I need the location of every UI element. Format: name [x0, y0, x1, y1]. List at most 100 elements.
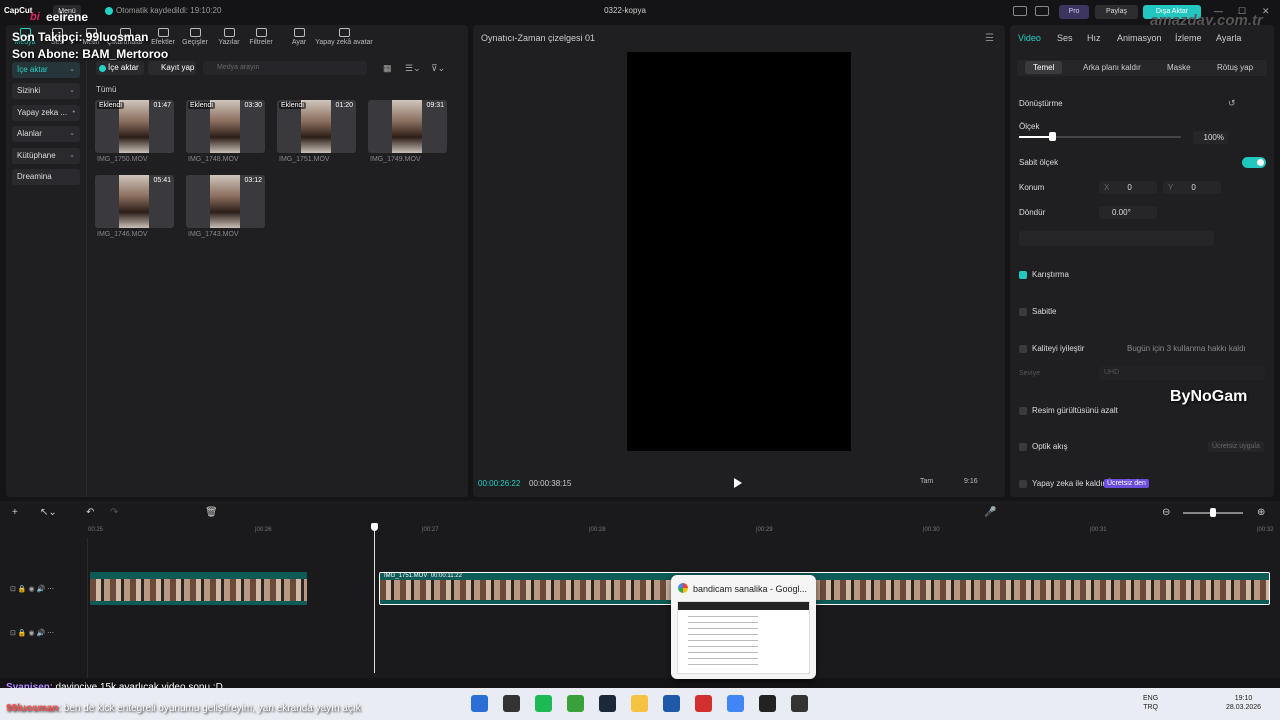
subtab-2[interactable]: Maske: [1167, 63, 1191, 72]
zoom-in-icon[interactable]: ⊕: [1257, 507, 1265, 518]
track1-controls[interactable]: ⊡ 🔒 ◉ 🔊 ⋯: [10, 585, 54, 593]
maximize-icon[interactable]: ☐: [1238, 6, 1246, 17]
layout-icon[interactable]: [1013, 6, 1027, 16]
tool-transitions[interactable]: Geçişler: [180, 26, 210, 52]
scale-slider[interactable]: [1019, 132, 1181, 141]
minimize-icon[interactable]: —: [1214, 6, 1223, 16]
sidebar-item-1[interactable]: Sizinki ⌄: [12, 83, 80, 99]
filter-icon[interactable]: ⊽⌄: [431, 63, 445, 74]
zoom-out-icon[interactable]: ⊖: [1162, 507, 1170, 518]
browser-preview-popup[interactable]: bandicam sanalika - Googl...: [671, 575, 816, 679]
denoise-checkbox[interactable]: [1019, 407, 1027, 415]
enhance-checkbox[interactable]: [1019, 345, 1027, 353]
position-x-input[interactable]: X0: [1099, 181, 1157, 194]
tool-ai-avatar[interactable]: Yapay zekâ avatar: [314, 26, 374, 52]
tab-1[interactable]: Ses: [1057, 33, 1073, 43]
timeline-clip-2[interactable]: IMG_1751.MOV 00:00:11:22: [379, 572, 1270, 605]
media-thumbnail[interactable]: Eklendi 03:30: [186, 100, 265, 153]
sidebar-item-5[interactable]: Dreamina: [12, 169, 80, 185]
steam-icon[interactable]: [599, 695, 616, 712]
folder-icon[interactable]: [631, 695, 648, 712]
reset-icon[interactable]: ↺: [1228, 98, 1236, 109]
scale-value[interactable]: 100%: [1193, 131, 1228, 144]
tool-adjust[interactable]: Ayar: [284, 26, 314, 52]
lang-1: ENG: [1143, 695, 1159, 702]
record-button[interactable]: Kayıt yap: [148, 61, 196, 75]
playhead[interactable]: [374, 523, 375, 673]
clock[interactable]: 19:10 28.03.2026: [1226, 694, 1261, 712]
project-name[interactable]: 0322-kopya: [560, 6, 690, 15]
sidebar-item-4[interactable]: Kütüphane ⌄: [12, 148, 80, 164]
media-thumbnail[interactable]: Eklendi 01:20: [277, 100, 356, 153]
fullscreen-label[interactable]: Tam: [920, 478, 933, 485]
uniform-scale-toggle[interactable]: [1242, 157, 1266, 168]
media-thumbnail[interactable]: Eklendi 01:47: [95, 100, 174, 153]
redo-icon[interactable]: ↷: [110, 507, 118, 518]
rotate-input[interactable]: 0.00°: [1099, 206, 1157, 219]
play-icon[interactable]: [734, 478, 742, 488]
media-filename: IMG_1748.MOV: [188, 156, 239, 163]
start-icon[interactable]: [471, 695, 488, 712]
pro-button[interactable]: Pro: [1059, 5, 1089, 19]
level-select[interactable]: UHD: [1099, 366, 1265, 380]
close-icon[interactable]: ✕: [1262, 6, 1270, 17]
try-free-button[interactable]: Ücretsiz uygula: [1208, 441, 1264, 452]
sidebar-item-2[interactable]: Yapay zeka ... •: [12, 105, 80, 121]
tab-0[interactable]: Video: [1018, 33, 1041, 43]
subtab-1[interactable]: Arka planı kaldır: [1083, 63, 1141, 72]
track2-controls[interactable]: ⊡ 🔒 ◉ 🔊 ⋯: [10, 629, 54, 637]
media-thumbnail[interactable]: 03:12: [186, 175, 265, 228]
position-y-input[interactable]: Y0: [1163, 181, 1221, 194]
playhead-handle[interactable]: [371, 523, 378, 531]
ratio-label[interactable]: 9:16: [964, 478, 978, 485]
tab-2[interactable]: Hız: [1087, 33, 1101, 43]
sort-icon[interactable]: ☰⌄: [405, 63, 421, 74]
subtab-3[interactable]: Rötuş yap: [1217, 63, 1253, 72]
media-search-input[interactable]: Medya arayın: [203, 61, 367, 75]
zoom-knob[interactable]: [1210, 508, 1216, 517]
media-thumbnail[interactable]: 09:31: [368, 100, 447, 153]
ruler-tick: |00:28: [589, 527, 606, 533]
timeline-clip-1[interactable]: [90, 572, 307, 605]
grid-view-icon[interactable]: ▦: [383, 63, 392, 74]
select-tool-icon[interactable]: ↖⌄: [40, 507, 57, 518]
align-toolbar[interactable]: [1019, 231, 1214, 246]
media-duration: 09:31: [426, 102, 444, 109]
transform-heading[interactable]: Dönüştürme: [1019, 99, 1063, 108]
optical-checkbox[interactable]: [1019, 443, 1027, 451]
media-filename: IMG_1743.MOV: [188, 231, 239, 238]
chrome-icon[interactable]: [727, 695, 744, 712]
section-all[interactable]: Tümü: [96, 85, 116, 94]
player-menu-icon[interactable]: ☰: [985, 33, 994, 44]
store-icon[interactable]: [663, 695, 680, 712]
media-thumbnail[interactable]: 05:41: [95, 175, 174, 228]
blend-checkbox[interactable]: [1019, 271, 1027, 279]
spotify-icon[interactable]: [535, 695, 552, 712]
language-indicator[interactable]: ENG TRQ: [1143, 694, 1158, 712]
preview-canvas[interactable]: [627, 52, 851, 451]
transitions-icon: [189, 28, 201, 37]
share-button[interactable]: Paylaş: [1095, 5, 1138, 19]
nvidia-icon[interactable]: [567, 695, 584, 712]
tab-5[interactable]: Ayarla: [1216, 33, 1241, 43]
tool-filters[interactable]: Filtreler: [246, 26, 276, 52]
tab-4[interactable]: İzleme: [1175, 33, 1202, 43]
app-icon[interactable]: [695, 695, 712, 712]
ruler-tick: |00:32: [1257, 527, 1274, 533]
delete-icon[interactable]: 🗑: [205, 507, 218, 518]
tool-captions[interactable]: Yazılar: [214, 26, 244, 52]
obs-icon[interactable]: [759, 695, 776, 712]
ai-remove-checkbox[interactable]: [1019, 480, 1027, 488]
tab-3[interactable]: Animasyon: [1117, 33, 1162, 43]
search-icon[interactable]: [503, 695, 520, 712]
add-track-icon[interactable]: +: [12, 507, 18, 518]
sidebar-item-0[interactable]: İçe aktar ⌄: [12, 62, 80, 78]
sidebar-item-3[interactable]: Alanlar ⌄: [12, 126, 80, 142]
capcut-icon[interactable]: [791, 695, 808, 712]
stabilize-checkbox[interactable]: [1019, 308, 1027, 316]
subtab-0[interactable]: Temel: [1025, 61, 1063, 74]
shortcut-icon[interactable]: [1035, 6, 1049, 16]
enhance-limit: Bugün için 3 kullanma hakkı kaldı: [1127, 344, 1246, 353]
undo-icon[interactable]: ↶: [86, 507, 94, 518]
mic-icon[interactable]: 🎤: [984, 507, 996, 518]
